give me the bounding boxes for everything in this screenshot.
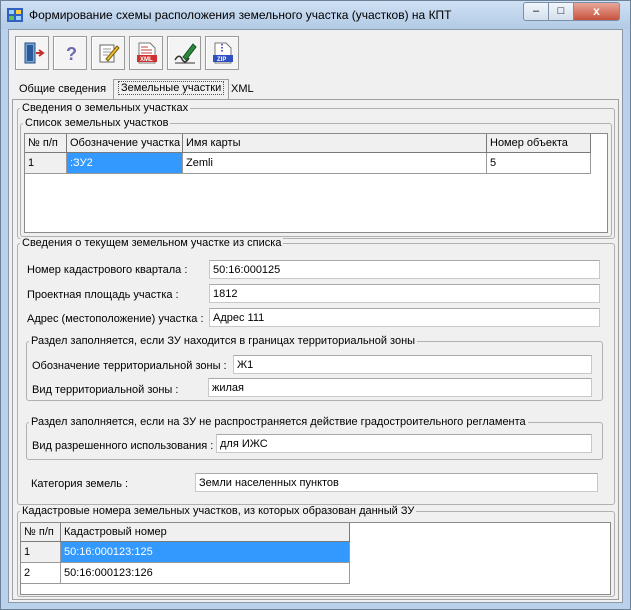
column-header-object-number[interactable]: Номер объекта	[487, 134, 591, 153]
area-label: Проектная площадь участка :	[27, 289, 179, 301]
column-header-index[interactable]: № п/п	[21, 523, 61, 542]
land-plots-panel: Сведения о земельных участках Список зем…	[12, 99, 619, 600]
help-button[interactable]: ?	[53, 36, 87, 70]
column-header-index[interactable]: № п/п	[25, 134, 67, 153]
address-field[interactable]: Адрес 111	[209, 308, 600, 327]
parcel-list-group: Список земельных участков № п/п Обозначе…	[20, 117, 612, 237]
xml-file-icon: XML	[137, 42, 157, 64]
column-header-designation[interactable]: Обозначение участка	[67, 134, 183, 153]
minimize-button[interactable]: –	[523, 2, 549, 21]
door-exit-icon	[24, 42, 45, 64]
help-icon: ?	[66, 44, 77, 64]
quarter-label: Номер кадастрового квартала :	[27, 264, 188, 276]
zone-code-field[interactable]: Ж1	[233, 355, 592, 374]
zone-type-label: Вид территориальной зоны :	[32, 384, 179, 396]
cadastral-table[interactable]: № п/п Кадастровый номер 1 50:16:000123:1…	[20, 522, 611, 595]
edit-button[interactable]	[91, 36, 125, 70]
territorial-zone-legend: Раздел заполняется, если ЗУ находится в …	[29, 335, 418, 348]
sign-button[interactable]	[167, 36, 201, 70]
zip-export-button[interactable]: ZIP	[205, 36, 239, 70]
tab-land-plots-label: Земельные участки	[118, 81, 225, 95]
window-title: Формирование схемы расположения земельно…	[29, 8, 452, 22]
svg-text:?: ?	[66, 44, 77, 64]
table-cell[interactable]: 50:16:000123:126	[61, 563, 350, 584]
quarter-field[interactable]: 50:16:000125	[209, 260, 600, 279]
current-parcel-legend: Сведения о текущем земельном участке из …	[20, 237, 284, 250]
table-cell[interactable]: 1	[21, 542, 61, 563]
parcels-table[interactable]: № п/п Обозначение участка Имя карты Номе…	[24, 133, 608, 233]
regulation-group: Раздел заполняется, если на ЗУ не распро…	[26, 416, 603, 460]
source-cadastral-legend: Кадастровые номера земельных участков, и…	[20, 505, 417, 518]
close-button[interactable]: x	[573, 2, 620, 21]
svg-text:XML: XML	[140, 57, 153, 63]
tab-xml[interactable]: XML	[227, 81, 258, 99]
table-cell[interactable]: 5	[487, 153, 591, 174]
zone-code-label: Обозначение территориальной зоны :	[32, 360, 227, 372]
table-cell[interactable]: 50:16:000123:125	[61, 542, 350, 563]
client-area: ? XML ZIP Общие сведения Земельные участ…	[8, 29, 623, 603]
xml-export-button[interactable]: XML	[129, 36, 163, 70]
territorial-zone-group: Раздел заполняется, если ЗУ находится в …	[26, 335, 603, 401]
parcels-group: Сведения о земельных участках Список зем…	[17, 102, 615, 239]
tab-xml-label: XML	[231, 83, 254, 95]
exit-button[interactable]	[15, 36, 49, 70]
area-field[interactable]: 1812	[209, 284, 600, 303]
permitted-use-field[interactable]: для ИЖС	[216, 434, 592, 453]
regulation-legend: Раздел заполняется, если на ЗУ не распро…	[29, 416, 528, 429]
title-bar[interactable]: Формирование схемы расположения земельно…	[1, 1, 630, 29]
maximize-button[interactable]: □	[548, 2, 574, 21]
tab-general[interactable]: Общие сведения	[15, 81, 110, 99]
tab-land-plots[interactable]: Земельные участки	[113, 79, 230, 100]
source-cadastral-group: Кадастровые номера земельных участков, и…	[17, 505, 615, 597]
permitted-use-label: Вид разрешенного использования :	[32, 440, 214, 452]
current-parcel-group: Сведения о текущем земельном участке из …	[17, 237, 615, 505]
table-cell[interactable]: 2	[21, 563, 61, 584]
column-header-map-name[interactable]: Имя карты	[183, 134, 487, 153]
svg-text:ZIP: ZIP	[217, 57, 226, 63]
edit-pencil-icon	[99, 44, 120, 63]
column-header-cadastral-number[interactable]: Кадастровый номер	[61, 523, 350, 542]
main-window: Формирование схемы расположения земельно…	[0, 0, 631, 610]
zip-file-icon: ZIP	[213, 42, 233, 64]
tab-general-label: Общие сведения	[19, 83, 107, 95]
zone-type-field[interactable]: жилая	[208, 378, 592, 397]
app-map-icon	[7, 8, 23, 22]
address-label: Адрес (местоположение) участка :	[27, 313, 204, 325]
signature-pen-icon	[174, 43, 197, 64]
tab-strip: Общие сведения Земельные участки XML	[9, 78, 622, 100]
parcels-group-legend: Сведения о земельных участках	[20, 102, 191, 115]
parcel-list-legend: Список земельных участков	[23, 117, 171, 130]
table-cell[interactable]: Zemli	[183, 153, 487, 174]
land-category-field[interactable]: Земли населенных пунктов	[195, 473, 598, 492]
land-category-label: Категория земель :	[31, 478, 129, 490]
table-cell[interactable]: :ЗУ2	[67, 153, 183, 174]
table-cell[interactable]: 1	[25, 153, 67, 174]
